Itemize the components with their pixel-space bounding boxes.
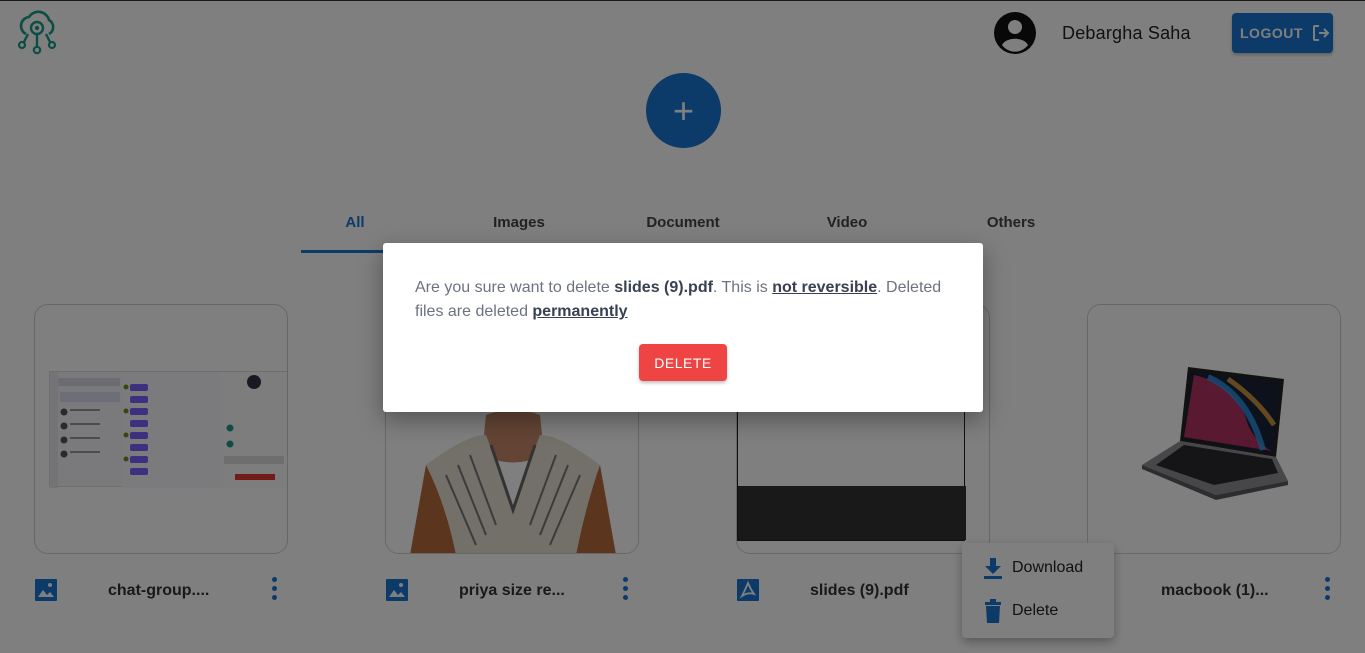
confirm-delete-button[interactable]: DELETE [639, 344, 727, 381]
dialog-file-name: slides (9).pdf [614, 279, 713, 296]
dialog-text-part: Are you sure want to delete [415, 279, 615, 296]
file-manager-page: Debargha Saha LOGOUT + All Images Docume… [0, 0, 1365, 653]
dialog-text-part: . This is [712, 279, 773, 296]
dialog-permanently: permanently [532, 303, 628, 320]
dialog-not-reversible: not reversible [772, 279, 878, 296]
confirm-delete-label: DELETE [654, 354, 712, 371]
delete-confirm-dialog: Are you sure want to delete slides (9).p… [383, 243, 983, 412]
dialog-message: Are you sure want to delete slides (9).p… [415, 276, 955, 324]
